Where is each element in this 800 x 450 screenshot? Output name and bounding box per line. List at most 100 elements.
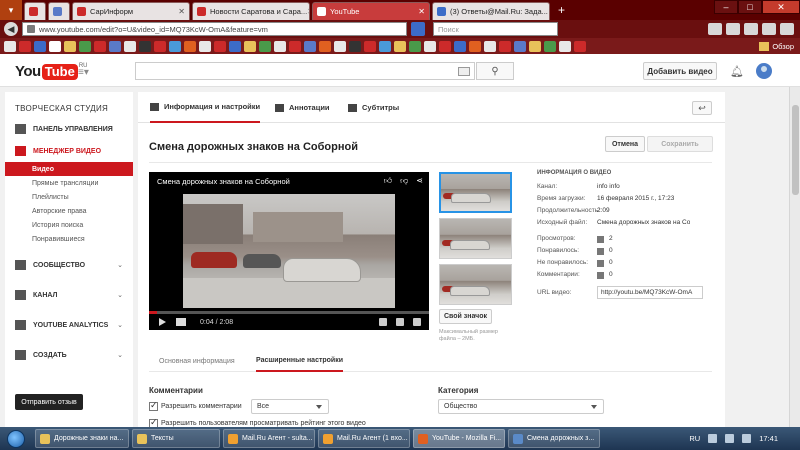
bookmark-icon[interactable] <box>139 40 151 52</box>
bookmark-icon[interactable] <box>64 40 76 52</box>
sidebar-create[interactable]: СОЗДАТЬ ⌄ <box>5 344 133 366</box>
thumbs-up-icon[interactable]: 👍︎ <box>384 176 392 186</box>
gear-icon[interactable] <box>396 318 404 326</box>
download-icon[interactable] <box>411 22 425 36</box>
bookmark-icon[interactable] <box>409 40 421 52</box>
bookmark-icon[interactable] <box>229 40 241 52</box>
address-bar[interactable]: www.youtube.com/edit?o=U&video_id=MQ73Kc… <box>22 22 407 36</box>
clock[interactable]: 17:41 <box>759 434 778 443</box>
guide-menu-icon[interactable]: ≡▾ <box>78 67 89 78</box>
sidebar-channel[interactable]: КАНАЛ ⌄ <box>5 284 133 306</box>
bookmark-icon[interactable] <box>109 40 121 52</box>
bookmark-icon[interactable] <box>4 40 16 52</box>
bookmark-icon[interactable] <box>454 40 466 52</box>
video-url-field[interactable]: http://youtu.be/MQ73KcW-OmA <box>597 286 703 299</box>
sidebar-item-videos[interactable]: Видео <box>5 162 133 176</box>
bookmark-icon[interactable] <box>529 40 541 52</box>
addon-icon[interactable] <box>780 23 794 35</box>
maximize-button[interactable]: □ <box>738 0 762 14</box>
bookmark-icon[interactable] <box>349 40 361 52</box>
scrollbar-thumb[interactable] <box>792 105 799 195</box>
network-icon[interactable] <box>725 434 735 443</box>
back-arrow-button[interactable]: ↩ <box>692 101 712 115</box>
thumbnail-option-1[interactable] <box>439 172 512 213</box>
tab-basic-info[interactable]: Основная информация <box>159 350 235 372</box>
tab-info-settings[interactable]: Информация и настройки <box>150 92 261 123</box>
minimize-button[interactable]: – <box>714 0 738 14</box>
start-button[interactable] <box>0 427 32 450</box>
custom-thumbnail-button[interactable]: Свой значок <box>439 309 492 324</box>
bookmark-icon[interactable] <box>184 40 196 52</box>
youtube-search-input[interactable] <box>135 62 475 80</box>
browser-tab-pinned-2[interactable] <box>48 2 70 20</box>
info-value[interactable]: info info <box>597 183 620 190</box>
taskbar-item-5[interactable]: YouTube - Mozilla Fi... <box>413 429 505 448</box>
tab-close-icon[interactable]: ✕ <box>178 7 185 16</box>
bookmark-icon[interactable] <box>574 40 586 52</box>
thumbnail-option-2[interactable] <box>439 218 512 259</box>
youtube-search-button[interactable]: ⚲ <box>476 62 514 80</box>
taskbar-item-6[interactable]: Смена дорожных з... <box>508 429 600 448</box>
language-indicator[interactable]: RU <box>689 434 700 443</box>
taskbar-item-3[interactable]: Mail.Ru Агент - sulta... <box>223 429 315 448</box>
taskbar-item-1[interactable]: Дорожные знаки на... <box>35 429 129 448</box>
bookmark-icon[interactable] <box>79 40 91 52</box>
studio-title[interactable]: ТВОРЧЕСКАЯ СТУДИЯ <box>5 92 133 118</box>
bookmark-icon[interactable] <box>334 40 346 52</box>
browser-tab-mailru[interactable]: (3) Ответы@Mail.Ru: Зада...✕ <box>432 2 550 20</box>
browser-tab-news[interactable]: Новости Саратова и Сара...✕ <box>192 2 310 20</box>
page-scrollbar[interactable] <box>789 87 800 427</box>
sidebar-analytics[interactable]: YOUTUBE ANALYTICS ⌄ <box>5 314 133 336</box>
sidebar-item-playlists[interactable]: Плейлисты <box>5 190 133 204</box>
new-tab-button[interactable]: + <box>558 2 565 20</box>
add-video-button[interactable]: Добавить видео <box>643 62 717 80</box>
addon-icon[interactable] <box>762 23 776 35</box>
bookmark-icon[interactable] <box>499 40 511 52</box>
tab-close-icon[interactable]: ✕ <box>548 7 549 16</box>
bookmark-icon[interactable] <box>379 40 391 52</box>
allow-comments-checkbox[interactable]: Разрешить комментарии <box>149 400 242 411</box>
tray-icon[interactable] <box>708 434 718 443</box>
taskbar-item-4[interactable]: Mail.Ru Агент (1 вхо... <box>318 429 410 448</box>
sidebar-community[interactable]: СООБЩЕСТВО ⌄ <box>5 254 133 276</box>
sidebar-item-search-history[interactable]: История поиска <box>5 218 133 232</box>
bookmark-icon[interactable] <box>94 40 106 52</box>
bookmark-icon[interactable] <box>559 40 571 52</box>
fullscreen-icon[interactable] <box>413 318 421 326</box>
bookmark-icon[interactable] <box>154 40 166 52</box>
avatar[interactable] <box>756 63 772 79</box>
bookmark-icon[interactable] <box>469 40 481 52</box>
notifications-bell-icon[interactable]: 🔔︎ <box>730 65 744 78</box>
bookmark-icon[interactable] <box>514 40 526 52</box>
bookmark-icon[interactable] <box>708 23 722 35</box>
taskbar-item-2[interactable]: Тексты <box>132 429 220 448</box>
bookmark-icon[interactable] <box>124 40 136 52</box>
thumbs-down-icon[interactable]: 👎︎ <box>400 176 408 186</box>
tab-subtitles[interactable]: Субтитры <box>348 92 399 123</box>
bookmark-icon[interactable] <box>544 40 556 52</box>
youtube-logo[interactable]: You Tube RU <box>15 63 87 80</box>
sidebar-dashboard[interactable]: ПАНЕЛЬ УПРАВЛЕНИЯ <box>5 118 133 140</box>
bookmark-icon[interactable] <box>214 40 226 52</box>
comments-select[interactable]: Все <box>251 399 329 414</box>
site-identity-icon[interactable] <box>27 25 35 33</box>
browser-search-input[interactable]: Поиск <box>433 22 558 36</box>
volume-icon[interactable] <box>742 434 752 443</box>
cancel-button[interactable]: Отмена <box>605 136 645 152</box>
close-window-button[interactable]: ✕ <box>762 0 800 14</box>
send-feedback-button[interactable]: Отправить отзыв <box>15 394 83 410</box>
tab-advanced-settings[interactable]: Расширенные настройки <box>256 350 344 372</box>
back-button[interactable]: ◀ <box>4 22 18 36</box>
bookmark-icon[interactable] <box>244 40 256 52</box>
browser-tab-pinned-1[interactable] <box>24 2 46 20</box>
bookmark-icon[interactable] <box>304 40 316 52</box>
play-icon[interactable] <box>159 318 166 326</box>
bookmarks-overview[interactable]: Обзор <box>759 41 800 51</box>
addon-icon[interactable] <box>744 23 758 35</box>
sidebar-item-copyright[interactable]: Авторские права <box>5 204 133 218</box>
tab-annotations[interactable]: Аннотации <box>275 92 330 123</box>
home-icon[interactable] <box>726 23 740 35</box>
bookmark-icon[interactable] <box>199 40 211 52</box>
share-icon[interactable]: ⋖ <box>416 176 423 186</box>
save-button[interactable]: Сохранить <box>647 136 713 152</box>
